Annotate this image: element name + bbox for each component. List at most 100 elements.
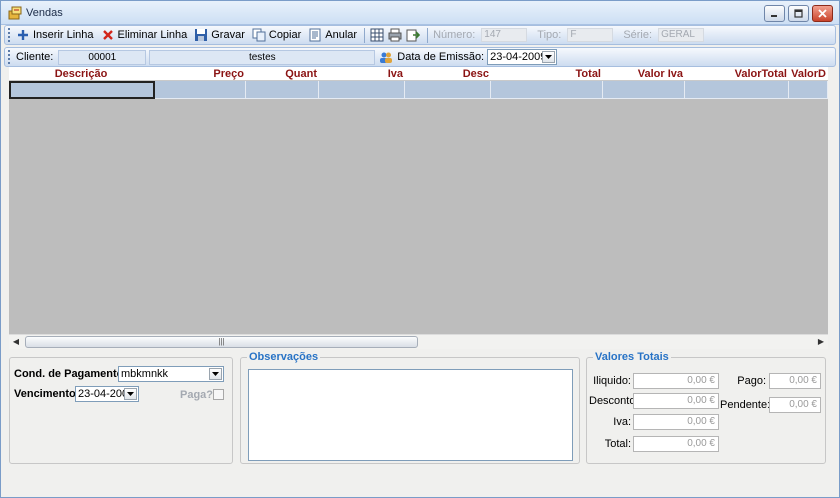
cond-pagamento-select[interactable]: mbkmnkk [118, 366, 224, 382]
grid-cell[interactable] [789, 81, 828, 99]
scroll-right-icon[interactable]: ▶ [816, 337, 826, 347]
chevron-down-icon[interactable] [542, 51, 556, 63]
serie-label: Série: [623, 29, 653, 41]
app-icon [8, 6, 22, 20]
export-icon [406, 29, 421, 42]
client-name-field[interactable]: testes [149, 49, 376, 65]
toolbar-separator [427, 27, 429, 43]
printer-icon [388, 28, 402, 42]
column-header[interactable]: Total [491, 67, 603, 80]
data-emissao-picker[interactable]: 23-04-2009 [487, 49, 558, 65]
insert-line-label: Inserir Linha [33, 29, 94, 41]
pago-label: Pago: [737, 375, 766, 387]
chevron-down-icon[interactable] [209, 368, 222, 380]
iva-field: 0,00 € [633, 414, 719, 430]
observacoes-title: Observações [247, 351, 321, 363]
vendas-window: Vendas Inserir Linha Eliminar Linha Grav… [0, 0, 840, 498]
floppy-disk-icon [195, 29, 208, 41]
insert-line-button[interactable]: Inserir Linha [16, 28, 94, 42]
column-header[interactable]: Preço [155, 67, 246, 80]
tipo-field: F [567, 28, 614, 42]
vencimento-picker[interactable]: 23-04-2009 [75, 386, 139, 402]
vencimento-label: Vencimento: [14, 388, 80, 400]
toolbar-separator [364, 27, 366, 43]
plus-icon [18, 30, 28, 40]
copy-icon [252, 28, 266, 42]
chevron-down-icon[interactable] [124, 388, 137, 400]
users-icon[interactable] [379, 50, 393, 64]
pendente-label: Pendente: [720, 399, 771, 411]
grid-cell[interactable] [319, 81, 405, 99]
valores-totais-title: Valores Totais [593, 351, 671, 363]
delete-line-button[interactable]: Eliminar Linha [101, 28, 188, 42]
grid-cell[interactable] [491, 81, 603, 99]
maximize-button[interactable] [788, 5, 809, 22]
close-icon [818, 9, 827, 18]
pago-field: 0,00 € [769, 373, 821, 389]
title-bar: Vendas [1, 1, 839, 25]
desconto-field: 0,00 € [633, 393, 719, 409]
column-header[interactable]: Valor Iva [603, 67, 685, 80]
column-header[interactable]: ValorTotal [685, 67, 789, 80]
toolbar-grip[interactable] [8, 28, 12, 42]
valores-totais-group: Valores Totais Iliquido: 0,00 € Desconto… [586, 351, 826, 464]
table-row[interactable] [9, 81, 828, 99]
close-button[interactable] [812, 5, 833, 22]
export-button[interactable] [406, 28, 421, 42]
main-toolbar: Inserir Linha Eliminar Linha Gravar Copi… [4, 25, 836, 45]
grid-cell-active[interactable] [9, 81, 155, 99]
paga-checkbox[interactable] [213, 389, 224, 400]
status-bar [1, 467, 839, 497]
grid-cell[interactable] [155, 81, 246, 99]
document-icon [309, 28, 321, 42]
cancel-document-label: Anular [325, 29, 358, 41]
column-header[interactable]: Descrição [9, 67, 155, 80]
serie-field: GERAL [658, 28, 705, 42]
scroll-left-icon[interactable]: ◀ [11, 337, 21, 347]
client-toolbar: Cliente: 00001 testes Data de Emissão: 2… [4, 47, 836, 67]
observacoes-group: Observações [240, 351, 580, 464]
delete-x-icon [102, 30, 113, 40]
paga-label: Paga? [180, 389, 214, 401]
print-button[interactable] [388, 28, 402, 42]
iva-label: Iva: [613, 416, 631, 428]
column-header[interactable]: Iva [319, 67, 405, 80]
column-header[interactable]: ValorD [789, 67, 828, 80]
payment-group: Cond. de Pagamento: mbkmnkk Vencimento: … [9, 357, 233, 464]
iliquido-field: 0,00 € [633, 373, 719, 389]
horizontal-scrollbar[interactable]: ◀ ||| ▶ [9, 334, 828, 349]
grid-icon [370, 28, 384, 42]
observacoes-textarea[interactable] [248, 369, 573, 461]
sales-grid[interactable]: Descrição Preço Quant Iva Desc Total Val… [9, 67, 828, 349]
data-emissao-label: Data de Emissão: [397, 51, 485, 63]
client-code-field[interactable]: 00001 [58, 49, 147, 65]
total-field: 0,00 € [633, 436, 719, 452]
tipo-label: Tipo: [537, 29, 562, 41]
iliquido-label: Iliquido: [593, 375, 631, 387]
cancel-document-button[interactable]: Anular [308, 28, 357, 42]
maximize-icon [794, 9, 803, 18]
save-button[interactable]: Gravar [194, 28, 245, 42]
numero-field: 147 [481, 28, 528, 42]
grid-cell[interactable] [246, 81, 319, 99]
copy-button[interactable]: Copiar [252, 28, 301, 42]
total-label: Total: [604, 438, 631, 450]
grid-cell[interactable] [685, 81, 789, 99]
minimize-icon [771, 15, 777, 17]
column-header[interactable]: Desc [405, 67, 491, 80]
desconto-label: Desconto: [589, 395, 639, 407]
data-emissao-value: 23-04-2009 [490, 51, 547, 63]
window-controls [764, 5, 833, 22]
minimize-button[interactable] [764, 5, 785, 22]
delete-line-label: Eliminar Linha [117, 29, 188, 41]
scroll-thumb[interactable]: ||| [25, 336, 418, 348]
copy-label: Copiar [268, 29, 302, 41]
window-title: Vendas [26, 7, 63, 19]
grid-tool-button[interactable] [370, 28, 384, 42]
grid-cell[interactable] [405, 81, 491, 99]
toolbar-grip[interactable] [8, 50, 12, 64]
column-header[interactable]: Quant [246, 67, 319, 80]
save-label: Gravar [211, 29, 245, 41]
grid-cell[interactable] [603, 81, 685, 99]
grid-header: Descrição Preço Quant Iva Desc Total Val… [9, 67, 828, 81]
